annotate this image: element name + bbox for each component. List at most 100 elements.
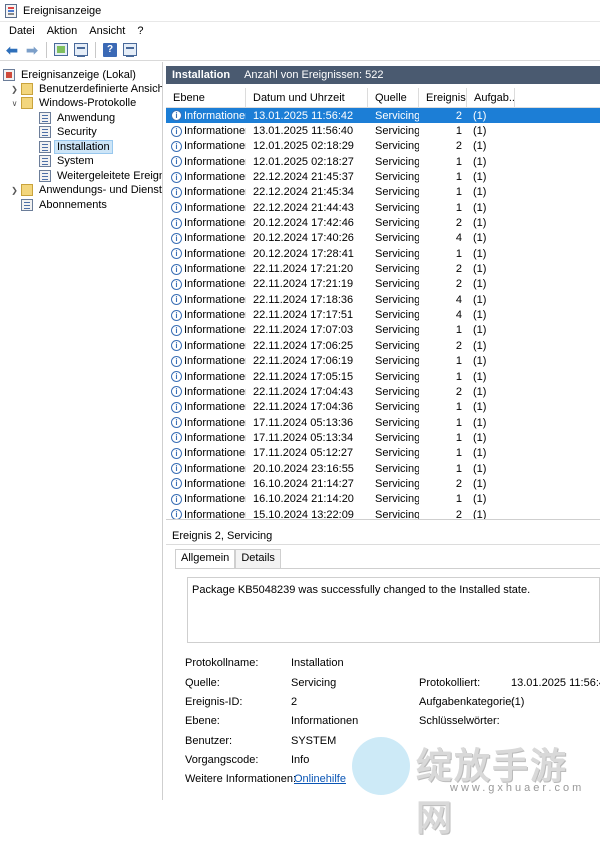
value-quelle: Servicing [291,677,337,689]
event-viewer-icon [3,69,15,81]
cell-source: Servicing [375,416,419,429]
cell-event-id: 2 [455,263,462,276]
tree-item-ereignisanzeige[interactable]: Ereignisanzeige (Lokal) [3,68,138,82]
table-row[interactable]: i Informationen 22.12.2024 21:45:34 Servici… [166,185,600,200]
tree-item-anwendung[interactable]: Anwendung [39,111,117,125]
show-hide-tree-icon[interactable] [73,42,89,58]
table-row[interactable]: i Informationen 12.01.2025 02:18:29 Servici… [166,139,600,154]
event-message: Package KB5048239 was successfully chang… [187,577,600,643]
table-row[interactable]: i Informationen 22.11.2024 17:04:36 Servici… [166,400,600,415]
table-row[interactable]: i Informationen 22.11.2024 17:21:19 Servici… [166,277,600,292]
table-row[interactable]: i Informationen 22.11.2024 17:18:36 Servici… [166,292,600,307]
tree-item-installation[interactable]: Installation [39,140,113,154]
table-row[interactable]: i Informationen 20.10.2024 23:16:55 Servici… [166,461,600,476]
menu-ansicht[interactable]: Ansicht [83,25,131,37]
expand-chevron-icon[interactable]: ❯ [10,186,19,195]
info-icon: i [171,417,182,429]
cell-level-text: Informationen [184,293,246,306]
label-benutzer: Benutzer: [185,735,233,747]
value-protokollname: Installation [291,657,344,669]
tree-item-benutzerdefinierte-ansichten[interactable]: ❯ Benutzerdefinierte Ansichten [10,82,162,96]
table-row[interactable]: i Informationen 22.11.2024 17:21:20 Servici… [166,261,600,276]
column-header-quelle[interactable]: Quelle [368,88,419,108]
menu-aktion[interactable]: Aktion [41,25,84,37]
cell-level: i Informationen [166,401,246,413]
table-row[interactable]: i Informationen 22.11.2024 17:06:19 Servici… [166,354,600,369]
table-row[interactable]: i Informationen 22.12.2024 21:45:37 Servici… [166,169,600,184]
table-header: Ebene Datum und Uhrzeit Quelle Ereignis.… [166,88,600,108]
cell-task-category: (1) [473,355,487,368]
tree-item-weitergeleitete-ereignisse[interactable]: Weitergeleitete Ereignisse [39,169,162,183]
tab-details[interactable]: Details [235,549,281,568]
table-row[interactable]: i Informationen 22.12.2024 21:44:43 Servici… [166,200,600,215]
cell-event-id: 1 [455,401,462,414]
onlinehilfe-link[interactable]: Onlinehilfe [294,773,346,785]
collapse-chevron-icon[interactable]: ∨ [10,99,19,108]
tree-item-system[interactable]: System [39,154,96,168]
info-icon: i [171,340,182,352]
table-row[interactable]: i Informationen 22.11.2024 17:07:03 Servici… [166,323,600,338]
table-row[interactable]: i Informationen 12.01.2025 02:18:27 Servici… [166,154,600,169]
table-row[interactable]: i Informationen 22.11.2024 17:04:43 Servici… [166,384,600,399]
table-row[interactable]: i Informationen 22.11.2024 17:17:51 Servici… [166,307,600,322]
cell-event-id: 1 [455,125,462,138]
tree-item-abonnements[interactable]: Abonnements [21,198,109,212]
info-icon: i [171,386,182,398]
cell-task-category: (1) [473,309,487,322]
table-row[interactable]: i Informationen 17.11.2024 05:13:36 Servici… [166,415,600,430]
expand-chevron-icon[interactable]: ❯ [10,85,19,94]
table-row[interactable]: i Informationen 16.10.2024 21:14:20 Servici… [166,492,600,507]
action-pane-icon[interactable] [122,42,138,58]
cell-task-category: (1) [473,232,487,245]
table-row[interactable]: i Informationen 20.12.2024 17:28:41 Servici… [166,246,600,261]
column-header-ereignis-id[interactable]: Ereignis... [419,88,467,108]
table-row[interactable]: i Informationen 22.11.2024 17:06:25 Servici… [166,338,600,353]
cell-source: Servicing [375,370,419,383]
table-row[interactable]: i Informationen 17.11.2024 05:13:34 Servici… [166,430,600,445]
info-icon: i [171,110,182,122]
cell-level-text: Informationen [184,508,246,520]
cell-datetime: 22.11.2024 17:04:43 [253,385,354,398]
tree-item-anwendungs-und-dienstprotokolle[interactable]: ❯ Anwendungs- und Dienstprotokolle [10,183,162,197]
column-header-ebene[interactable]: Ebene [166,88,246,108]
cell-task-category: (1) [473,278,487,291]
tree-item-windows-protokolle[interactable]: ∨ Windows-Protokolle [10,96,138,110]
menu-help[interactable]: ? [131,25,149,37]
cell-level: i Informationen [166,463,246,475]
cell-level-text: Informationen [184,370,246,383]
table-row[interactable]: i Informationen 13.01.2025 11:56:40 Servici… [166,123,600,138]
column-header-aufgabenkategorie[interactable]: Aufgab... [467,88,515,108]
table-row[interactable]: i Informationen 20.12.2024 17:40:26 Servici… [166,231,600,246]
cell-event-id: 2 [455,140,462,153]
info-icon: i [171,294,182,306]
table-row[interactable]: i Informationen 13.01.2025 11:56:42 Servici… [166,108,600,124]
cell-datetime: 22.11.2024 17:07:03 [253,324,354,337]
table-row[interactable]: i Informationen 17.11.2024 05:12:27 Servici… [166,446,600,461]
up-folder-icon[interactable] [53,42,69,58]
folder-icon [21,184,33,196]
table-row[interactable]: i Informationen 22.11.2024 17:05:15 Servici… [166,369,600,384]
label-protokollname: Protokollname: [185,657,259,669]
column-header-datum[interactable]: Datum und Uhrzeit [246,88,368,108]
info-icon: i [171,463,182,475]
label-schluesselwoerter: Schlüsselwörter: [419,715,500,727]
cell-level: i Informationen [166,278,246,290]
event-table: Ebene Datum und Uhrzeit Quelle Ereignis.… [166,88,600,520]
table-row[interactable]: i Informationen 15.10.2024 13:22:09 Servici… [166,507,600,520]
toolbar-separator [46,41,47,58]
menu-datei[interactable]: Datei [3,25,41,37]
tab-allgemein[interactable]: Allgemein [175,549,236,569]
cell-event-id: 2 [455,109,462,122]
tree-item-security[interactable]: Security [39,125,99,139]
cell-task-category: (1) [473,293,487,306]
cell-task-category: (1) [473,508,487,520]
cell-datetime: 13.01.2025 11:56:42 [253,109,354,122]
help-icon[interactable]: ? [102,42,118,58]
back-arrow-icon[interactable]: ⬅ [4,42,20,58]
cell-level-text: Informationen [184,493,246,506]
table-row[interactable]: i Informationen 16.10.2024 21:14:27 Servici… [166,476,600,491]
table-row[interactable]: i Informationen 20.12.2024 17:42:46 Servici… [166,215,600,230]
cell-level-text: Informationen [184,109,246,122]
forward-arrow-icon[interactable]: ➡ [24,42,40,58]
toolbar-separator [95,41,96,58]
